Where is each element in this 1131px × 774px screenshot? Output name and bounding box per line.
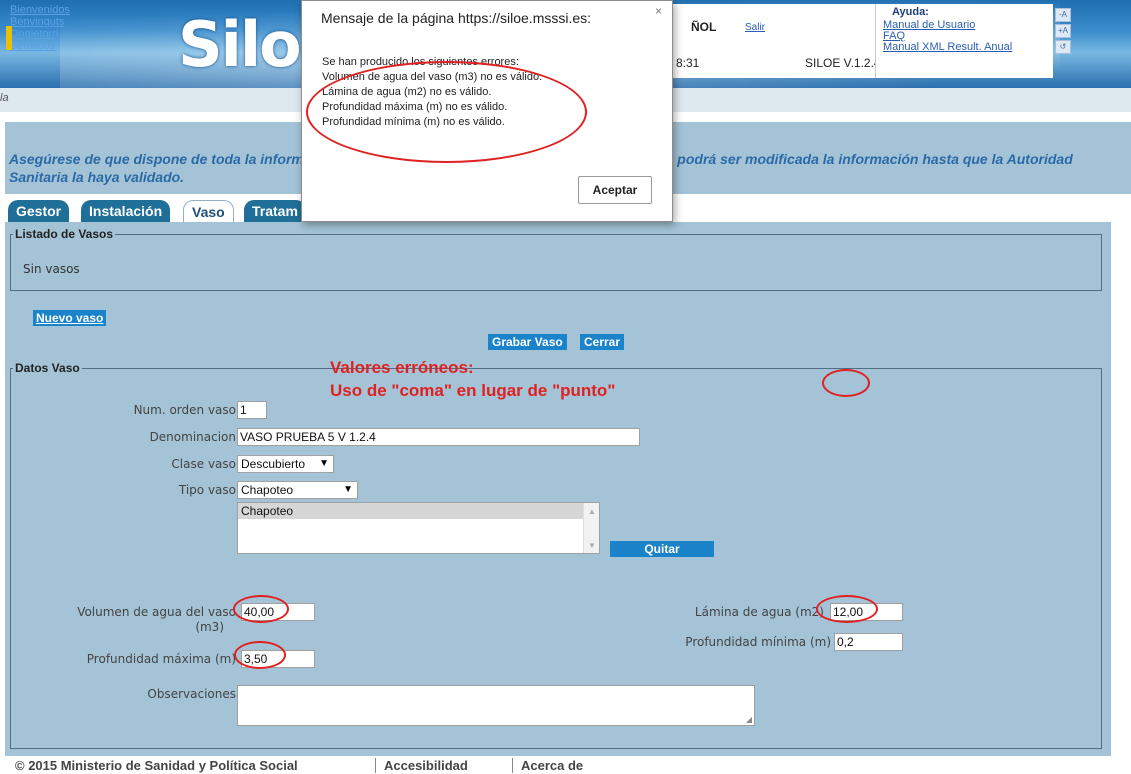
error-annotation: Valores erróneos: Uso de "coma" en lugar…	[330, 356, 615, 402]
about-link[interactable]: Acerca de	[512, 758, 583, 773]
language-links: Bienvenidos Benvinguts Ongietorri Benvid…	[6, 4, 70, 52]
accessibility-link[interactable]: Accesibilidad	[375, 758, 468, 773]
order-label: Num. orden vaso	[133, 403, 236, 417]
chevron-down-icon: ▼	[319, 458, 329, 469]
tab-tratamiento[interactable]: Tratam	[244, 200, 306, 224]
vessel-data-section: Datos Vaso Num. orden vaso 1 Denominacio…	[10, 361, 1102, 749]
help-title: Ayuda:	[892, 6, 929, 18]
vessel-list-section: Listado de Vasos Sin vasos	[10, 227, 1102, 291]
error-highlight	[234, 641, 286, 669]
volume-label: Volumen de agua del vaso	[77, 605, 236, 619]
copyright-text: © 2015 Ministerio de Sanidad y Política …	[15, 758, 298, 773]
new-vessel-button[interactable]: Nuevo vaso	[33, 310, 107, 326]
session-time: 8:31	[676, 56, 700, 70]
reset-font-icon[interactable]: ↺	[1055, 40, 1071, 54]
main-panel: Listado de Vasos Sin vasos Nuevo vaso Gr…	[5, 222, 1111, 756]
volume-unit-label: (m3)	[195, 620, 224, 634]
lang-link-eu[interactable]: Ongietorri	[10, 28, 70, 40]
type-select[interactable]: Chapoteo ▼	[237, 481, 358, 499]
class-label: Clase vaso	[171, 457, 236, 471]
accept-button[interactable]: Aceptar	[578, 176, 652, 204]
annotation-line-2: Uso de "coma" en lugar de "punto"	[330, 381, 616, 400]
sheet-label: Lámina de agua (m2)	[694, 605, 824, 619]
scroll-up-icon[interactable]: ▲	[588, 507, 596, 516]
font-size-controls: -A +A ↺	[1055, 8, 1073, 56]
increase-font-button[interactable]: +A	[1055, 24, 1071, 38]
chevron-down-icon: ▼	[343, 484, 353, 495]
user-bar: ÑOL Salir 8:31 SILOE V.1.2.4 Ayuda: Manu…	[665, 4, 1053, 78]
vessel-type-list[interactable]: Chapoteo ▲ ▼	[237, 502, 600, 554]
lang-link-es[interactable]: Bienvenidos	[10, 4, 70, 16]
yellow-marker	[6, 26, 12, 50]
name-input[interactable]: VASO PRUEBA 5 V 1.2.4	[237, 428, 640, 446]
tab-gestor[interactable]: Gestor	[8, 200, 70, 224]
vessel-list-legend: Listado de Vasos	[13, 227, 116, 241]
type-select-value: Chapoteo	[241, 483, 294, 497]
lang-link-gl[interactable]: Benvidos	[10, 40, 70, 52]
logout-link[interactable]: Salir	[745, 22, 765, 33]
resize-grip-icon[interactable]: ◢	[746, 715, 752, 724]
app-version: SILOE V.1.2.4	[805, 56, 881, 70]
tab-vaso[interactable]: Vaso	[183, 200, 234, 224]
annotation-line-1: Valores erróneos:	[330, 358, 474, 377]
lang-link-ca[interactable]: Benvinguts	[10, 16, 70, 28]
xml-manual-link[interactable]: Manual XML Result. Anual	[883, 41, 1012, 53]
decrease-font-button[interactable]: -A	[1055, 8, 1071, 22]
notes-textarea[interactable]: ◢	[237, 685, 755, 726]
order-input[interactable]: 1	[237, 401, 267, 419]
vessel-data-legend: Datos Vaso	[13, 361, 82, 375]
scrollbar[interactable]: ▲ ▼	[583, 503, 599, 553]
mindepth-input[interactable]: 0,2	[834, 633, 903, 651]
error-highlight	[822, 369, 870, 397]
remove-type-button[interactable]: Quitar	[610, 541, 714, 557]
save-vessel-button[interactable]: Grabar Vaso	[488, 334, 567, 350]
user-name: ÑOL	[691, 20, 717, 34]
notes-label: Observaciones	[147, 687, 236, 701]
footer: © 2015 Ministerio de Sanidad y Política …	[0, 756, 1131, 774]
type-label: Tipo vaso	[178, 483, 236, 497]
tab-instalacion[interactable]: Instalación	[81, 200, 171, 224]
close-icon[interactable]: ×	[655, 4, 662, 18]
scroll-down-icon[interactable]: ▼	[588, 541, 596, 550]
close-button[interactable]: Cerrar	[580, 334, 625, 350]
class-select[interactable]: Descubierto ▼	[237, 455, 334, 473]
class-select-value: Descubierto	[241, 457, 306, 471]
name-label: Denominacion	[149, 430, 236, 444]
error-highlight	[816, 595, 878, 623]
list-item[interactable]: Chapoteo	[238, 503, 583, 519]
error-highlight	[306, 61, 587, 163]
maxdepth-label: Profundidad máxima (m)	[86, 652, 236, 666]
no-vessels-text: Sin vasos	[23, 262, 80, 276]
mindepth-label: Profundidad mínima (m)	[685, 635, 831, 649]
dialog-title: Mensaje de la página https://siloe.msssi…	[321, 10, 592, 26]
help-box: Ayuda: Manual de Usuario FAQ Manual XML …	[875, 4, 1053, 78]
error-highlight	[233, 595, 289, 623]
alert-dialog: Mensaje de la página https://siloe.msssi…	[301, 0, 673, 222]
breadcrumb: la	[0, 92, 9, 104]
